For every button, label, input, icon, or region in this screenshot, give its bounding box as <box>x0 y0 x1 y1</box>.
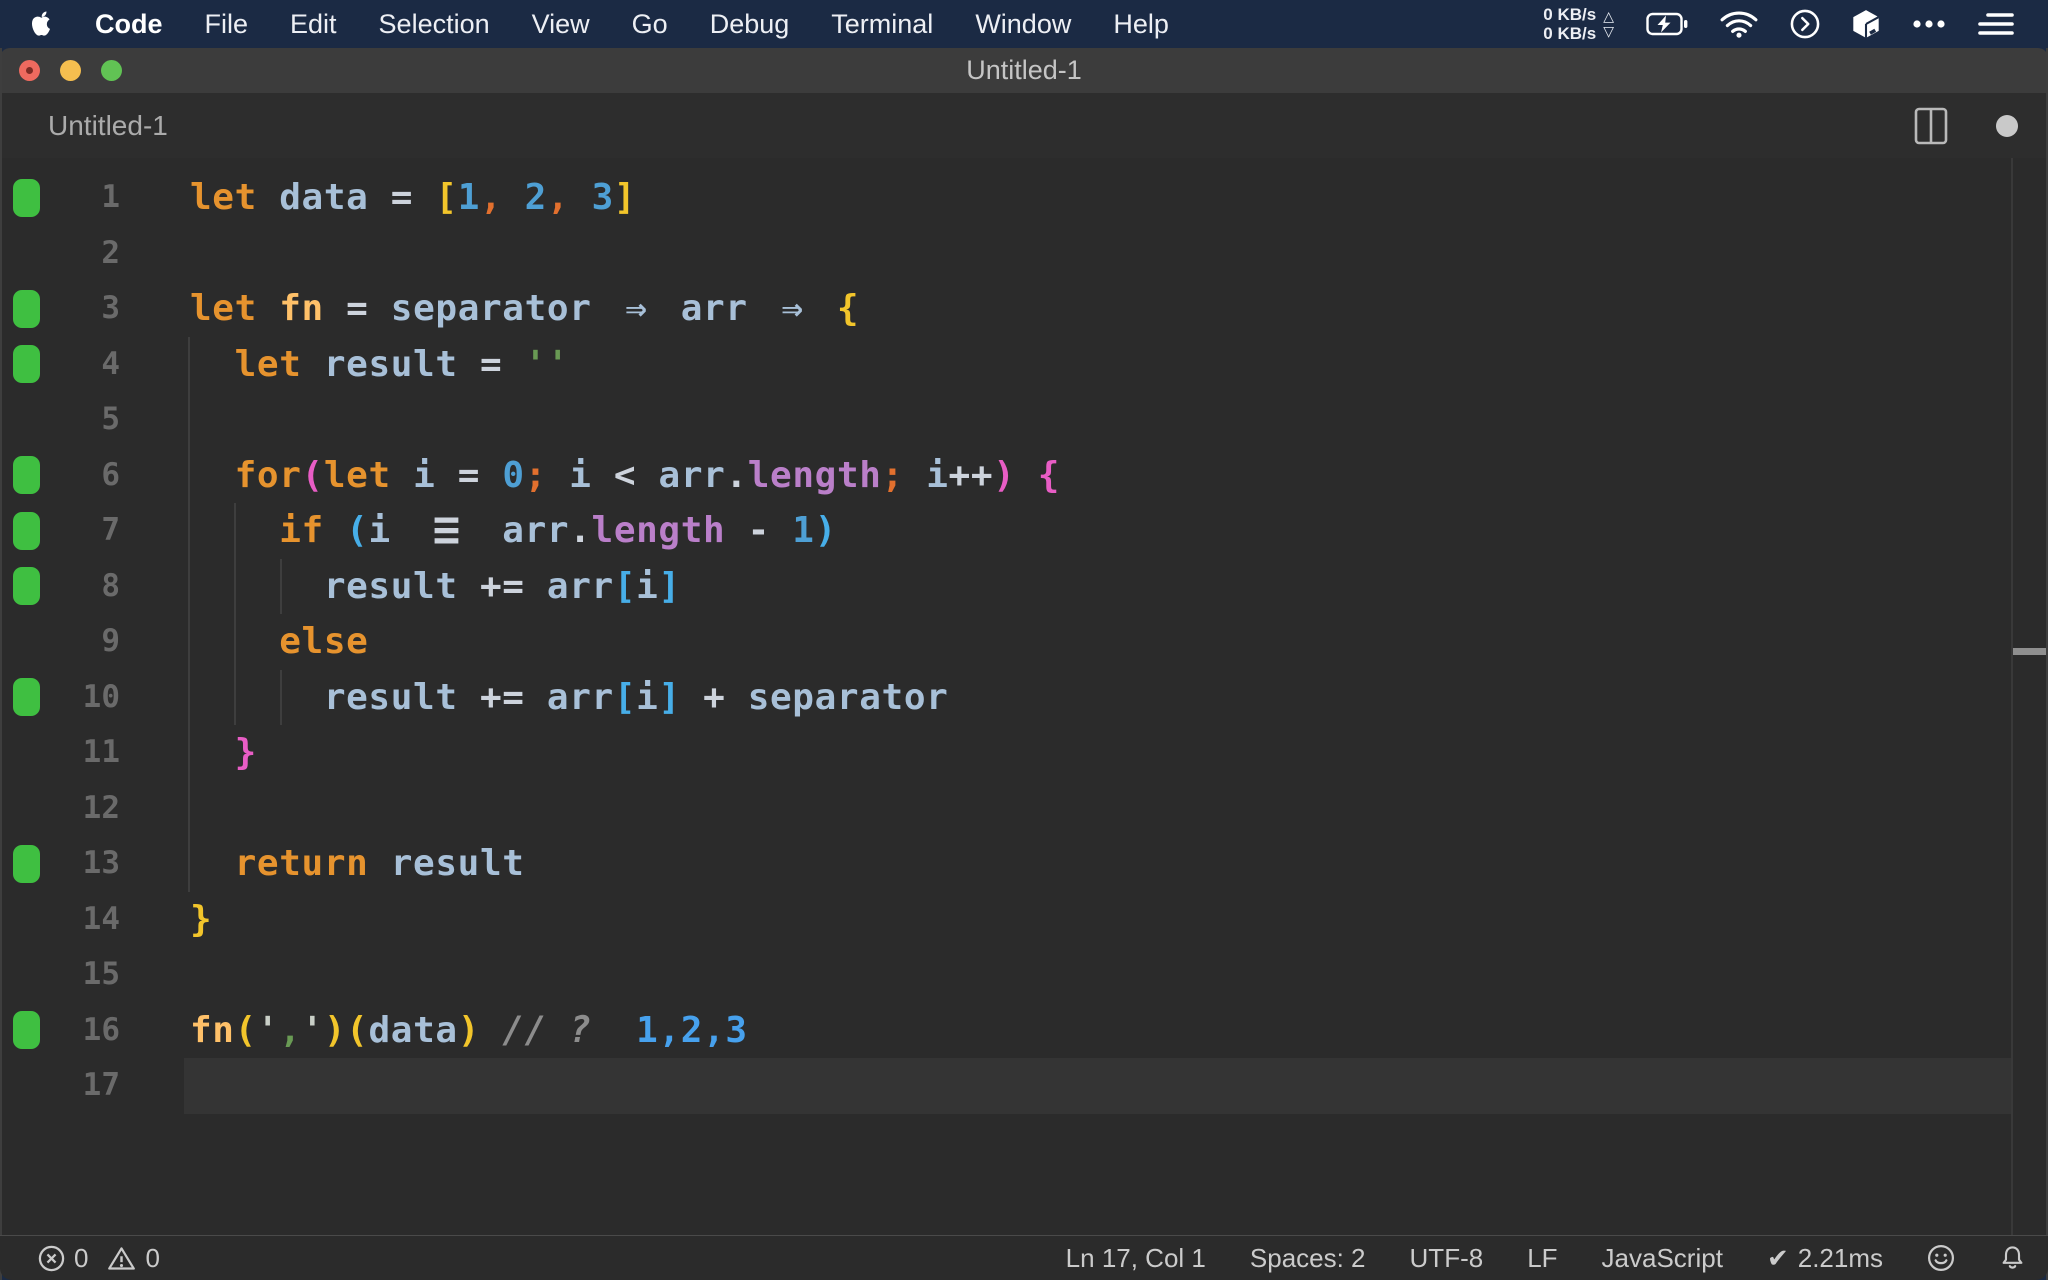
line-number-4[interactable]: 4 <box>0 337 120 393</box>
perf-indicator[interactable]: ✔ 2.21ms <box>1767 1243 1883 1274</box>
line-number-1[interactable]: 1 <box>0 170 120 226</box>
code-line-4[interactable]: let result = '' <box>190 337 569 393</box>
eol-setting[interactable]: LF <box>1527 1243 1557 1274</box>
status-bar: 0 0 Ln 17, Col 1 Spaces: 2 UTF-8 LF Java… <box>0 1235 2048 1280</box>
window-title: Untitled-1 <box>966 55 1082 85</box>
unsaved-changes-dot[interactable] <box>1996 114 2018 137</box>
scrollbar-divider <box>2011 158 2013 1235</box>
code-line-9[interactable]: else <box>190 614 368 670</box>
menu-item-selection[interactable]: Selection <box>379 9 490 40</box>
up-arrow-icon: △ <box>1603 8 1614 24</box>
more-dots-icon[interactable] <box>1912 19 1946 29</box>
warning-icon <box>107 1245 136 1272</box>
network-up-speed: 0 KB/s <box>1543 5 1597 24</box>
menu-item-debug[interactable]: Debug <box>710 9 790 40</box>
menu-items: Code File Edit Selection View Go Debug Terminal… <box>95 9 1169 40</box>
indent-guide <box>188 336 190 892</box>
menu-item-go[interactable]: Go <box>632 9 668 40</box>
tab-untitled-1[interactable]: Untitled-1 <box>48 110 168 142</box>
list-icon[interactable] <box>1978 11 2014 37</box>
feedback-smiley-icon[interactable] <box>1927 1244 1955 1272</box>
menu-bar: Code File Edit Selection View Go Debug Terminal… <box>0 0 2048 48</box>
code-editor[interactable]: 1 2 3 4 5 6 7 8 9 10 11 12 13 14 15 16 17 let data = [1,… <box>0 158 2048 1235</box>
notifications-bell-icon[interactable] <box>1999 1244 2026 1272</box>
line-number-14[interactable]: 14 <box>0 892 120 948</box>
line-number-16[interactable]: 16 <box>0 1003 120 1059</box>
line-number-12[interactable]: 12 <box>0 781 120 837</box>
code-line-8[interactable]: result += arr[i] <box>190 559 681 615</box>
line-number-2[interactable]: 2 <box>0 226 120 282</box>
error-count: 0 <box>74 1242 89 1273</box>
menu-item-terminal[interactable]: Terminal <box>831 9 933 40</box>
problems-indicator[interactable]: 0 0 <box>38 1243 160 1274</box>
line-number-9[interactable]: 9 <box>0 614 120 670</box>
split-editor-icon[interactable] <box>1914 107 1948 145</box>
code-line-10[interactable]: result += arr[i] + separator <box>190 670 948 726</box>
overview-ruler-cursor-marker <box>2013 648 2048 655</box>
code-line-14[interactable]: } <box>190 892 212 948</box>
code-line-6[interactable]: for(let i = 0; i < arr.length; i++) { <box>190 448 1060 504</box>
indent-guide <box>280 558 282 614</box>
line-number-15[interactable]: 15 <box>0 947 120 1003</box>
circle-chevron-icon[interactable] <box>1790 9 1820 39</box>
close-button[interactable] <box>19 60 40 81</box>
indent-guide <box>234 503 236 725</box>
line-number-10[interactable]: 10 <box>0 670 120 726</box>
editor-tab-bar: Untitled-1 <box>0 93 2048 158</box>
line-number-5[interactable]: 5 <box>0 392 120 448</box>
menu-item-file[interactable]: File <box>205 9 249 40</box>
menu-item-view[interactable]: View <box>532 9 590 40</box>
down-arrow-icon: ▽ <box>1603 23 1614 39</box>
menu-item-help[interactable]: Help <box>1113 9 1169 40</box>
network-speed-indicator[interactable]: 0 KB/s 0 KB/s △ ▽ <box>1543 5 1614 43</box>
code-line-1[interactable]: let data = [1, 2, 3] <box>190 170 636 226</box>
check-icon: ✔ <box>1766 1242 1789 1273</box>
wifi-icon[interactable] <box>1720 10 1758 38</box>
code-line-3[interactable]: let fn = separator ⇒ arr ⇒ { <box>190 281 859 337</box>
network-down-speed: 0 KB/s <box>1543 24 1597 43</box>
code-line-13[interactable]: return result <box>190 836 525 892</box>
minimize-button[interactable] <box>60 60 81 81</box>
code-line-11[interactable]: } <box>190 725 257 781</box>
code-line-16[interactable]: fn(',')(data) // ? 1,2,3 <box>190 1003 748 1059</box>
battery-charging-icon[interactable] <box>1646 12 1688 36</box>
line-number-17[interactable]: 17 <box>0 1058 120 1114</box>
menu-item-edit[interactable]: Edit <box>290 9 337 40</box>
code-line-7[interactable]: if (i ≡ arr.length - 1) <box>190 503 837 559</box>
warning-count: 0 <box>145 1242 160 1273</box>
package-icon[interactable] <box>1852 9 1880 39</box>
perf-time: 2.21ms <box>1797 1242 1883 1273</box>
window-left-edge <box>0 48 2 1280</box>
indentation-setting[interactable]: Spaces: 2 <box>1250 1243 1366 1274</box>
line-number-7[interactable]: 7 <box>0 503 120 559</box>
zoom-button[interactable] <box>101 60 122 81</box>
line-number-8[interactable]: 8 <box>0 559 120 615</box>
indent-guide <box>280 669 282 725</box>
apple-icon[interactable] <box>30 10 53 38</box>
encoding-setting[interactable]: UTF-8 <box>1410 1243 1484 1274</box>
line-number-11[interactable]: 11 <box>0 725 120 781</box>
menu-item-code[interactable]: Code <box>95 9 163 40</box>
error-icon <box>38 1245 65 1272</box>
language-mode[interactable]: JavaScript <box>1602 1243 1723 1274</box>
line-number-6[interactable]: 6 <box>0 448 120 504</box>
window-titlebar: Untitled-1 <box>0 48 2048 93</box>
line-number-13[interactable]: 13 <box>0 836 120 892</box>
line-number-3[interactable]: 3 <box>0 281 120 337</box>
current-line-highlight <box>184 1058 2012 1114</box>
menu-item-window[interactable]: Window <box>975 9 1071 40</box>
cursor-position[interactable]: Ln 17, Col 1 <box>1066 1243 1206 1274</box>
